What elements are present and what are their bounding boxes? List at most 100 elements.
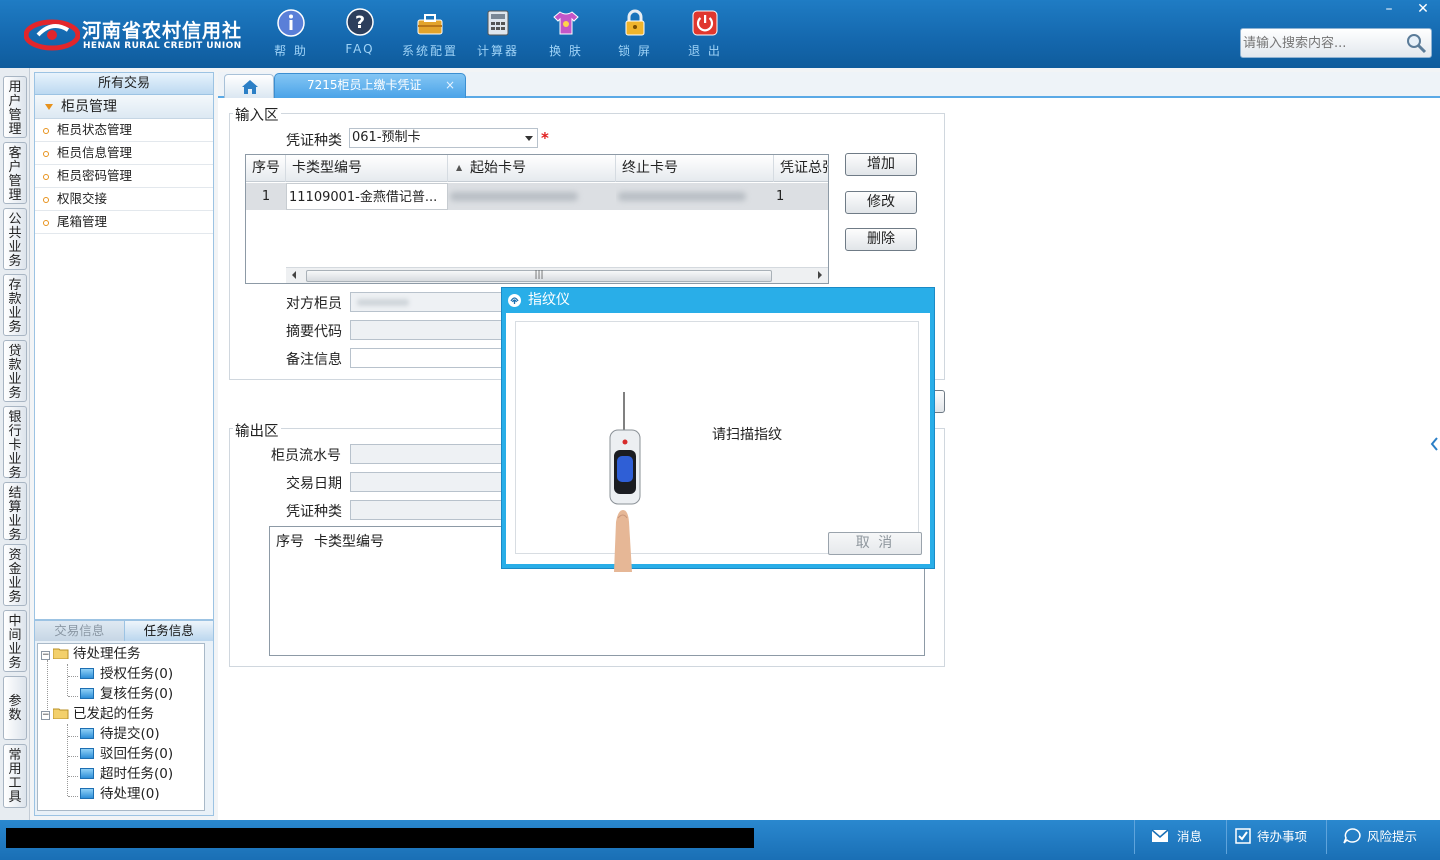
- home-icon: [242, 80, 258, 94]
- tab-task-info[interactable]: 任务信息: [124, 621, 213, 641]
- teller-serial-input[interactable]: [350, 444, 520, 464]
- output-voucher-type-input[interactable]: [350, 500, 520, 520]
- tree-node-timeout[interactable]: 超时任务(0): [80, 764, 173, 784]
- status-todo[interactable]: 待办事项: [1226, 820, 1326, 854]
- collapse-panel-icon[interactable]: [1428, 420, 1440, 468]
- toolbar-lock-button[interactable]: 锁 屏: [603, 8, 667, 62]
- toolbar-calculator-button[interactable]: 计算器: [466, 8, 530, 62]
- tree-node-to-process[interactable]: 待处理(0): [80, 784, 160, 804]
- grid-header-end-card[interactable]: 终止卡号: [616, 155, 774, 182]
- bullet-icon: [43, 127, 49, 134]
- summary-code-input[interactable]: [350, 320, 520, 340]
- counterpart-teller-input[interactable]: [350, 292, 520, 312]
- toolbar-exit-button[interactable]: 退 出: [673, 8, 737, 62]
- vtab-label: 用户管理: [8, 80, 22, 137]
- vtab-settlement-business[interactable]: 结算业务: [3, 482, 27, 543]
- cell-total: 1: [776, 189, 785, 204]
- tree-node-pending-tasks[interactable]: − 待处理任务: [41, 644, 141, 664]
- nav-item-teller-status[interactable]: 柜员状态管理: [35, 119, 213, 142]
- search-icon[interactable]: [1405, 32, 1427, 54]
- tree-node-label: 已发起的任务: [73, 706, 154, 722]
- vtab-common-tools[interactable]: 常用工具: [3, 744, 27, 808]
- tree-node-review-tasks[interactable]: 复核任务(0): [80, 684, 173, 704]
- tab-transaction-info[interactable]: 交易信息: [35, 621, 125, 641]
- vtab-label: 参数: [8, 694, 22, 723]
- status-bar: 消息 待办事项 风险提示: [0, 820, 1440, 860]
- scroll-right-icon[interactable]: [818, 271, 822, 279]
- brand-name-en: HENAN RURAL CREDIT UNION: [83, 41, 242, 51]
- nav-item-permission-handover[interactable]: 权限交接: [35, 188, 213, 211]
- toolbar-system-config-button[interactable]: 系统配置: [398, 8, 462, 62]
- toolbar-system-config-label: 系统配置: [401, 44, 458, 58]
- tree-node-to-submit[interactable]: 待提交(0): [80, 724, 160, 744]
- task-icon: [80, 688, 94, 699]
- tree-node-label: 复核任务(0): [100, 686, 174, 702]
- calculator-icon: [487, 10, 509, 36]
- tree-node-authorize-tasks[interactable]: 授权任务(0): [80, 664, 173, 684]
- nav-item-teller-info[interactable]: 柜员信息管理: [35, 142, 213, 165]
- search-input[interactable]: [1243, 32, 1403, 54]
- remarks-input[interactable]: [350, 348, 520, 368]
- status-risk[interactable]: 风险提示: [1326, 820, 1440, 854]
- vtab-funds-business[interactable]: 资金业务: [3, 544, 27, 606]
- scroll-thumb[interactable]: |||: [306, 270, 772, 282]
- tree-node-label: 待提交(0): [100, 726, 160, 742]
- toolbar-faq-label: FAQ: [345, 42, 375, 56]
- collapse-toggle-icon[interactable]: −: [41, 651, 50, 660]
- collapse-toggle-icon[interactable]: −: [41, 711, 50, 720]
- sort-asc-icon: ▲: [456, 163, 463, 172]
- cancel-button[interactable]: 取 消: [828, 532, 922, 555]
- nav-item-teller-password[interactable]: 柜员密码管理: [35, 165, 213, 188]
- nav-item-label: 柜员信息管理: [57, 145, 133, 160]
- vtab-loan-business[interactable]: 贷款业务: [3, 340, 27, 402]
- trade-date-input[interactable]: [350, 472, 520, 492]
- tree-node-label: 待处理任务: [73, 646, 141, 662]
- status-messages[interactable]: 消息: [1134, 820, 1226, 854]
- vtab-parameters[interactable]: 参数: [3, 676, 27, 740]
- vtab-user-management[interactable]: 用户管理: [3, 76, 27, 138]
- vtab-public-business[interactable]: 公共业务: [3, 208, 27, 270]
- chat-bubble-icon: [1343, 828, 1361, 844]
- delete-button[interactable]: 删除: [845, 228, 917, 251]
- add-button[interactable]: 增加: [845, 153, 917, 176]
- tab-current-transaction[interactable]: 7215柜员上缴卡凭证 ×: [274, 73, 466, 98]
- bullet-icon: [43, 150, 49, 157]
- nav-group-teller-management[interactable]: 柜员管理: [35, 95, 213, 119]
- search-box: [1240, 28, 1432, 58]
- output-grid-header-seq[interactable]: 序号: [276, 531, 304, 551]
- toolbar-faq-button[interactable]: ? FAQ: [328, 8, 392, 62]
- tab-close-icon[interactable]: ×: [445, 74, 455, 96]
- close-window-button[interactable]: ✕: [1406, 0, 1440, 20]
- counterpart-teller-label: 对方柜员: [286, 296, 342, 312]
- grid-header-card-type[interactable]: 卡类型编号: [286, 155, 448, 182]
- document-tab-bar: 7215柜员上缴卡凭证 ×: [218, 72, 1440, 98]
- vtab-bank-card-business[interactable]: 银行卡业务: [3, 406, 27, 481]
- vtab-customer-management[interactable]: 客户管理: [3, 142, 27, 204]
- tree-node-rejected[interactable]: 驳回任务(0): [80, 744, 173, 764]
- vtab-intermediate-business[interactable]: 中间业务: [3, 610, 27, 672]
- fingerprint-scanner-icon: [609, 392, 641, 572]
- toolbar-skin-button[interactable]: 换 肤: [534, 8, 598, 62]
- input-zone-title: 输入区: [233, 104, 281, 125]
- status-todo-label: 待办事项: [1257, 829, 1308, 844]
- output-grid-header-card-type[interactable]: 卡类型编号: [314, 531, 384, 551]
- vtab-label: 中间业务: [8, 614, 22, 671]
- tab-home[interactable]: [224, 74, 274, 98]
- minimize-button[interactable]: –: [1372, 0, 1406, 20]
- tree-node-initiated-tasks[interactable]: − 已发起的任务: [41, 704, 154, 724]
- nav-item-label: 柜员密码管理: [57, 168, 133, 183]
- modify-button[interactable]: 修改: [845, 191, 917, 214]
- tree-node-label: 超时任务(0): [100, 766, 174, 782]
- grid-header-start-card[interactable]: ▲ 起始卡号: [448, 155, 616, 182]
- vtab-deposit-business[interactable]: 存款业务: [3, 274, 27, 336]
- grid-horizontal-scrollbar[interactable]: |||: [286, 267, 828, 283]
- scroll-left-icon[interactable]: [292, 271, 296, 279]
- faq-icon: ?: [346, 8, 374, 36]
- grid-header-total[interactable]: 凭证总张: [774, 155, 828, 182]
- table-row[interactable]: 1 11109001-金燕借记普... 1: [246, 183, 828, 210]
- nav-item-tail-box[interactable]: 尾箱管理: [35, 211, 213, 234]
- toolbar-help-button[interactable]: 帮 助: [259, 8, 323, 62]
- grid-header-label: 起始卡号: [470, 160, 526, 176]
- grid-header-seq[interactable]: 序号: [246, 155, 286, 182]
- voucher-type-select[interactable]: 061-预制卡: [349, 128, 538, 148]
